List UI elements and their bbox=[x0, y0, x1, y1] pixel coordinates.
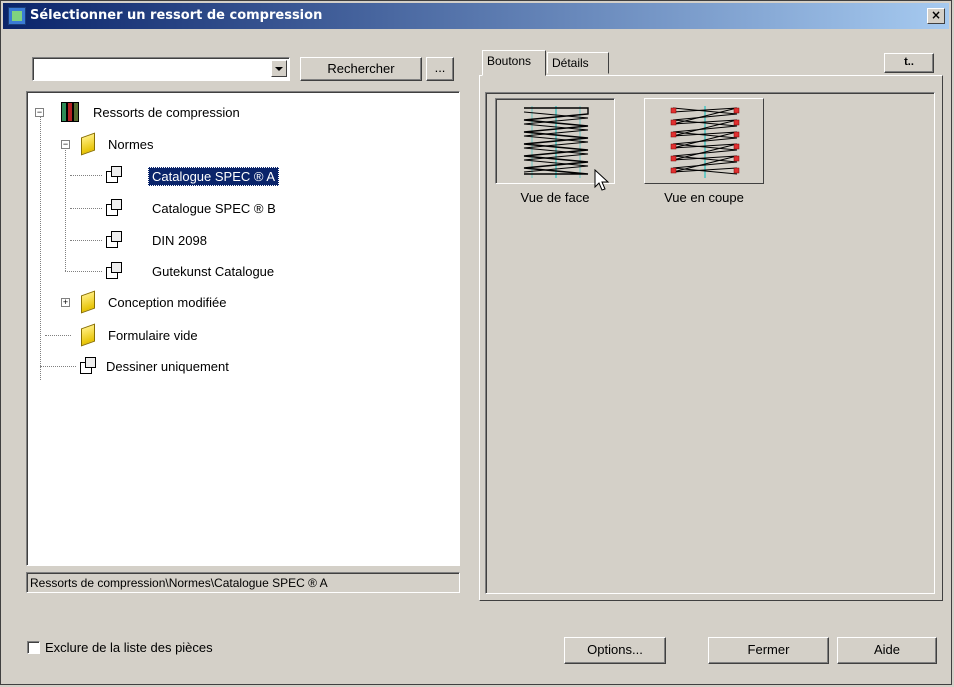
mouse-cursor-icon bbox=[594, 169, 610, 191]
selected-path: Ressorts de compression\Normes\Catalogue… bbox=[26, 572, 460, 593]
tree-item-label: DIN 2098 bbox=[152, 233, 207, 248]
close-window-button[interactable]: × bbox=[927, 8, 945, 24]
tree-guide bbox=[45, 335, 71, 336]
part-icon bbox=[104, 230, 124, 250]
tree-item-catalogue-a[interactable]: Catalogue SPEC ® A bbox=[104, 165, 304, 186]
tree-item-label: Catalogue SPEC ® A bbox=[148, 167, 280, 186]
tree-guide bbox=[65, 271, 102, 272]
search-combobox[interactable] bbox=[32, 57, 290, 81]
dialog-window: Sélectionner un ressort de compression ×… bbox=[0, 0, 952, 685]
collapse-icon[interactable]: − bbox=[35, 108, 44, 117]
tree-item-formulaire[interactable]: Formulaire vide bbox=[81, 323, 281, 347]
search-button[interactable]: Rechercher bbox=[300, 57, 422, 81]
tree-item-catalogue-b[interactable]: Catalogue SPEC ® B bbox=[104, 198, 304, 218]
options-button[interactable]: Options... bbox=[564, 637, 666, 664]
tree-guide bbox=[70, 175, 102, 176]
tree-item-label: Gutekunst Catalogue bbox=[152, 264, 275, 279]
books-icon bbox=[61, 102, 83, 122]
spring-front-icon bbox=[523, 106, 589, 178]
tree-item-gutekunst[interactable]: Gutekunst Catalogue bbox=[104, 261, 324, 281]
tree-item-label: Normes bbox=[108, 137, 154, 152]
tree-item-normes[interactable]: − Normes bbox=[61, 132, 261, 156]
folder-icon bbox=[81, 290, 95, 314]
tree-item-root[interactable]: − Ressorts de compression bbox=[35, 102, 335, 122]
collapse-icon[interactable]: − bbox=[61, 140, 70, 149]
tree-item-label: Conception modifiée bbox=[108, 295, 227, 310]
up-level-button[interactable]: t.. bbox=[884, 53, 934, 73]
tree-guide bbox=[40, 112, 41, 380]
tree-item-label: Formulaire vide bbox=[108, 328, 198, 343]
part-icon bbox=[104, 165, 124, 185]
tree-guide bbox=[70, 240, 102, 241]
exclude-checkbox-label: Exclure de la liste des pièces bbox=[45, 640, 213, 655]
part-icon bbox=[78, 356, 98, 376]
tree-item-label: Ressorts de compression bbox=[93, 105, 240, 120]
tree-guide bbox=[40, 366, 76, 367]
close-button[interactable]: Fermer bbox=[708, 637, 829, 664]
app-icon bbox=[8, 7, 26, 25]
window-title: Sélectionner un ressort de compression bbox=[30, 8, 323, 23]
tree-item-dessiner[interactable]: Dessiner uniquement bbox=[78, 356, 298, 376]
title-bar[interactable]: Sélectionner un ressort de compression × bbox=[3, 3, 949, 29]
tab-details[interactable]: Détails bbox=[547, 52, 609, 74]
tree-item-conception[interactable]: + Conception modifiée bbox=[61, 290, 281, 314]
tree-item-label: Catalogue SPEC ® B bbox=[152, 201, 276, 216]
chevron-down-icon[interactable] bbox=[271, 60, 287, 77]
browse-button[interactable]: ... bbox=[426, 57, 454, 81]
part-icon bbox=[104, 261, 124, 281]
help-button[interactable]: Aide bbox=[837, 637, 937, 664]
tree-item-din-2098[interactable]: DIN 2098 bbox=[104, 230, 304, 250]
folder-icon bbox=[81, 132, 95, 156]
tree-view[interactable]: − Ressorts de compression − Normes Catal… bbox=[26, 91, 460, 566]
tree-guide bbox=[70, 208, 102, 209]
tab-boutons[interactable]: Boutons bbox=[482, 50, 546, 76]
expand-icon[interactable]: + bbox=[61, 298, 70, 307]
folder-icon bbox=[81, 323, 95, 347]
exclude-checkbox[interactable] bbox=[27, 641, 40, 654]
spring-section-icon bbox=[670, 106, 740, 178]
tree-guide bbox=[65, 147, 66, 271]
view-thumbnail[interactable] bbox=[644, 98, 764, 184]
tree-item-label: Dessiner uniquement bbox=[106, 359, 229, 374]
view-label: Vue en coupe bbox=[664, 190, 744, 205]
part-icon bbox=[104, 198, 124, 218]
